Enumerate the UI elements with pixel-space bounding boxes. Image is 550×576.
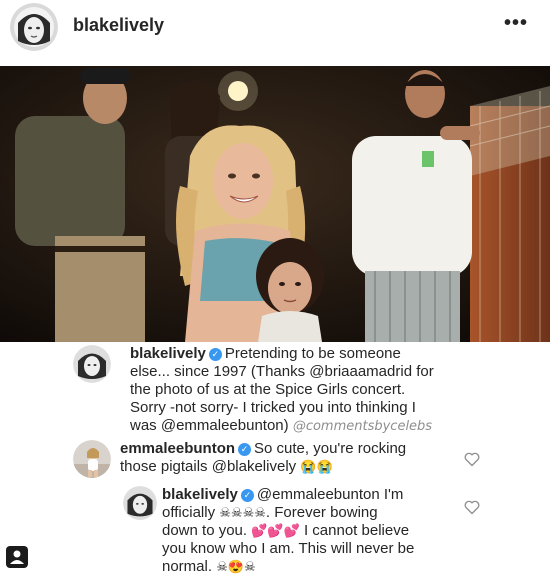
- comment-1: blakelively ✓ Pretending to be someone els…: [0, 345, 550, 435]
- comment-text: emmaleebunton ✓ So cute, you're rocking th…: [120, 440, 420, 476]
- comment-text: blakelively ✓ Pretending to be someone els…: [130, 345, 450, 436]
- more-horizontal-icon[interactable]: •••: [504, 12, 528, 35]
- comment-line: Pretending to be someone: [224, 345, 401, 362]
- comment-line: down to you.: [162, 522, 248, 539]
- comment-username[interactable]: blakelively: [130, 345, 206, 362]
- comment-2: emmaleebunton ✓ So cute, you're rocking th…: [0, 440, 550, 484]
- avatar[interactable]: [123, 486, 157, 520]
- watermark: @commentsbycelebs: [292, 419, 433, 434]
- post-username[interactable]: blakelively: [73, 15, 164, 36]
- comment-line: I cannot believe: [303, 522, 410, 539]
- comment-line: Forever bowing: [274, 504, 378, 521]
- comment-username[interactable]: blakelively: [162, 486, 238, 503]
- skull-emoji: ☠☠☠☠: [219, 505, 266, 520]
- comment-line: Sorry -not sorry- I tricked you into thi…: [130, 399, 416, 416]
- comment-line: normal.: [162, 558, 213, 575]
- profile-tag-icon[interactable]: [6, 546, 28, 568]
- comment-line: the photo of us at the Spice Girls conce…: [130, 381, 406, 398]
- comment-3-reply: blakelively ✓ @emmaleebunton I'm officiall…: [0, 486, 550, 576]
- comment-line: @emmaleebunton I'm: [256, 486, 404, 503]
- avatar[interactable]: [73, 345, 111, 383]
- comment-line: officially: [162, 504, 216, 521]
- hearts-emoji: 💕💕💕: [251, 523, 300, 538]
- verified-badge-icon: ✓: [240, 489, 254, 502]
- skull-heart-eyes-emoji: ☠😍☠: [216, 559, 256, 574]
- post-photo[interactable]: [0, 66, 550, 342]
- heart-icon[interactable]: [464, 500, 480, 515]
- verified-badge-icon: ✓: [238, 443, 252, 456]
- verified-badge-icon: ✓: [208, 348, 222, 361]
- comment-line: else... since 1997 (Thanks @briaaamadrid…: [130, 363, 434, 380]
- heart-icon[interactable]: [464, 452, 480, 467]
- comment-line: you know who I am. This will never be: [162, 540, 415, 557]
- comment-line: So cute, you're rocking: [254, 440, 407, 457]
- crying-emoji: 😭😭: [300, 459, 333, 474]
- comment-line: was @emmaleebunton): [130, 417, 289, 434]
- avatar[interactable]: [10, 3, 58, 51]
- post-header: blakelively •••: [0, 0, 550, 64]
- comment-text: blakelively ✓ @emmaleebunton I'm officiall…: [162, 486, 415, 575]
- comment-username[interactable]: emmaleebunton: [120, 440, 235, 457]
- comment-line: those pigtails @blakelively: [120, 458, 297, 475]
- avatar[interactable]: [73, 440, 111, 478]
